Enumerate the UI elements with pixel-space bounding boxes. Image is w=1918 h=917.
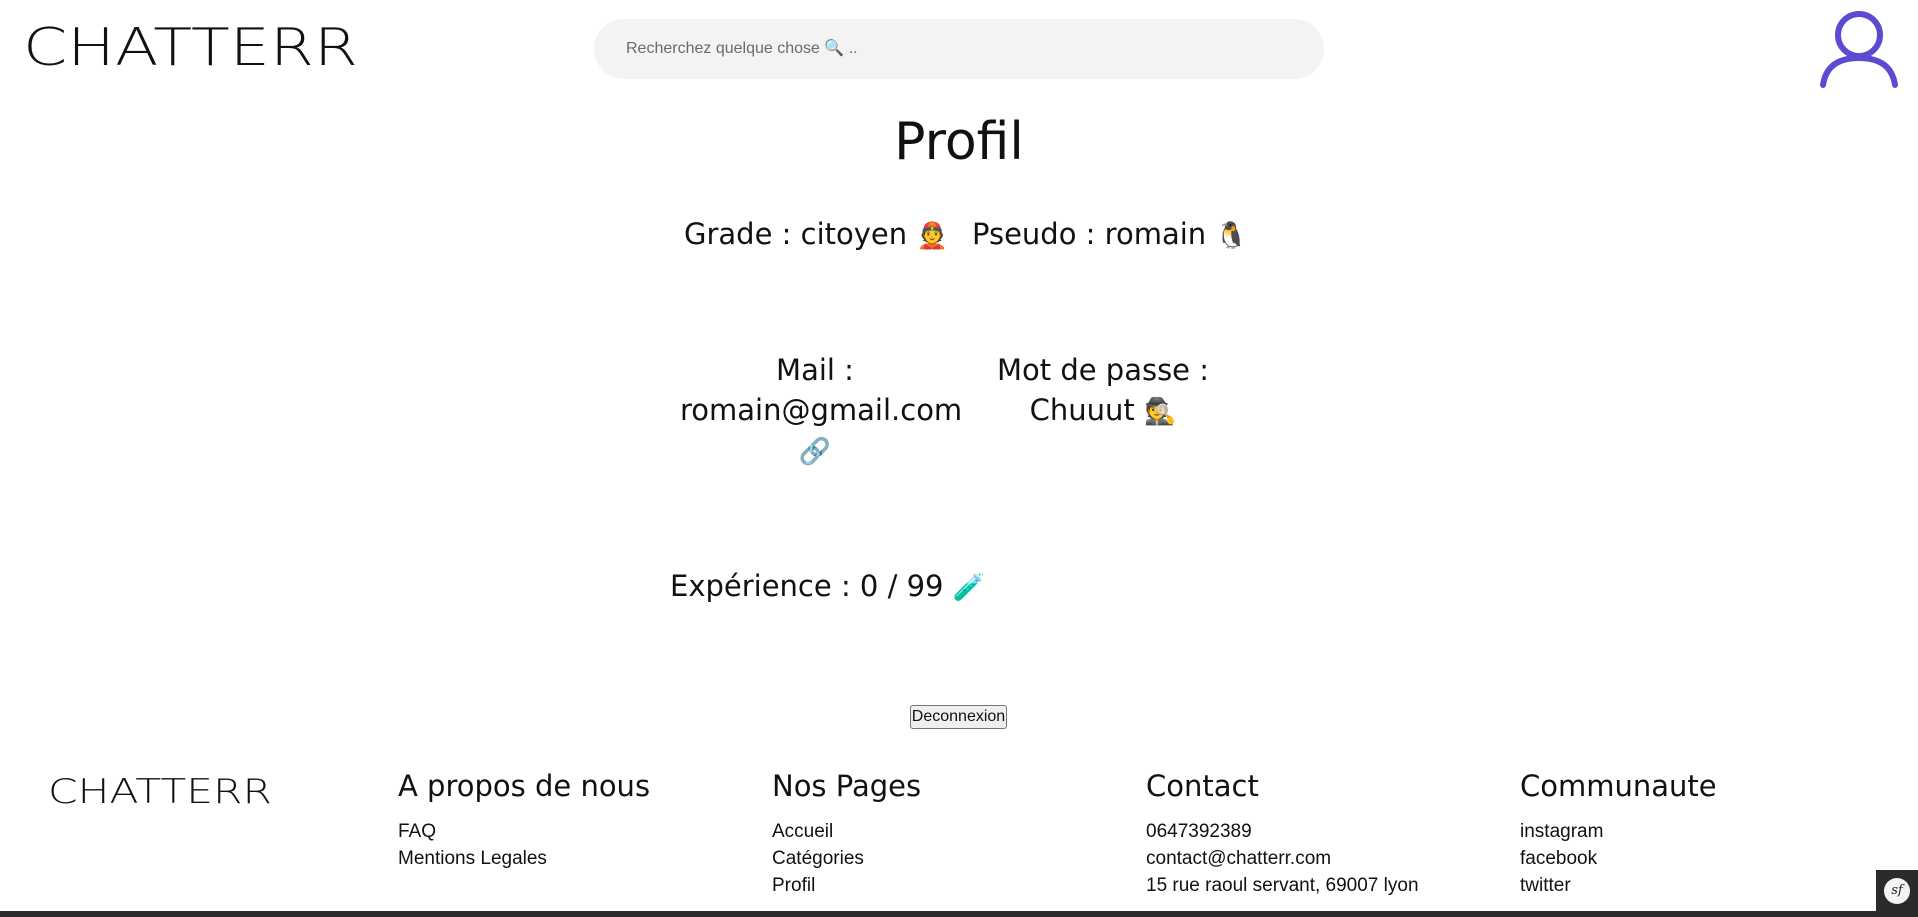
footer-community-column: Communaute instagram facebook twitter — [1520, 766, 1717, 899]
footer-link-instagram[interactable]: instagram — [1520, 821, 1603, 842]
footer-about-title: A propos de nous — [398, 769, 651, 803]
chatterr-logo-mark: CHATTERR — [23, 18, 358, 72]
debug-toolbar-bar — [0, 911, 1918, 917]
footer-about-column: A propos de nous FAQ Mentions Legales — [398, 766, 650, 872]
footer-link-accueil[interactable]: Accueil — [772, 821, 833, 842]
detective-emoji-icon: 🕵️ — [1143, 397, 1177, 427]
site-footer: CHATTERR A propos de nous FAQ Mentions L… — [0, 760, 1918, 917]
grade-label: Grade : citoyen — [684, 217, 908, 251]
mail-field: Mail : romain@gmail.com 🔗 — [680, 350, 963, 472]
experience-label: Expérience : 0 / 99 — [670, 569, 944, 603]
symfony-logo-icon: sf — [1884, 877, 1910, 904]
svg-text:CHATTERR: CHATTERR — [23, 18, 358, 72]
footer-logo-mark: CHATTERR — [48, 772, 272, 812]
footer-link-twitter[interactable]: twitter — [1520, 875, 1571, 896]
chatterr-logo[interactable]: CHATTERR — [23, 18, 360, 72]
footer-link-mentions-legales[interactable]: Mentions Legales — [398, 848, 547, 869]
footer-link-facebook[interactable]: facebook — [1520, 848, 1597, 869]
password-label: Mot de passe : — [996, 353, 1210, 387]
mail-label: Mail : — [776, 353, 854, 387]
footer-contact-phone: 0647392389 — [1146, 821, 1252, 842]
experience-field: Expérience : 0 / 99 🧪 — [670, 566, 985, 608]
footer-community-title: Communaute — [1520, 769, 1717, 803]
footer-contact-address: 15 rue raoul servant, 69007 lyon — [1146, 875, 1419, 896]
footer-pages-title: Nos Pages — [772, 769, 922, 803]
pseudo-label: Pseudo : romain — [972, 217, 1207, 251]
grade-field: Grade : citoyen 👲 — [684, 214, 949, 256]
footer-link-categories[interactable]: Catégories — [772, 848, 864, 869]
password-value: Chuuut — [1029, 393, 1135, 427]
footer-logo[interactable]: CHATTERR — [48, 772, 274, 812]
logout-button[interactable]: Deconnexion — [910, 705, 1007, 729]
footer-link-profil[interactable]: Profil — [772, 875, 815, 896]
test-tube-emoji-icon: 🧪 — [952, 573, 986, 603]
footer-pages-column: Nos Pages Accueil Catégories Profil — [772, 766, 921, 899]
footer-contact-column: Contact 0647392389 contact@chatterr.com … — [1146, 766, 1419, 899]
search-bar[interactable] — [594, 19, 1324, 79]
password-field: Mot de passe : Chuuut 🕵️ — [990, 350, 1216, 432]
footer-link-faq[interactable]: FAQ — [398, 821, 436, 842]
search-input[interactable] — [624, 39, 1324, 59]
svg-text:CHATTERR: CHATTERR — [48, 772, 272, 808]
penguin-emoji-icon: 🐧 — [1215, 221, 1248, 251]
user-account-icon[interactable] — [1818, 10, 1900, 88]
site-header: CHATTERR — [0, 0, 1918, 100]
footer-contact-title: Contact — [1146, 769, 1259, 803]
mail-value: romain@gmail.com — [680, 393, 963, 427]
page-title: Profil — [894, 112, 1024, 172]
pseudo-field: Pseudo : romain 🐧 — [972, 214, 1248, 256]
footer-contact-email: contact@chatterr.com — [1146, 848, 1332, 869]
link-emoji-icon: 🔗 — [798, 437, 832, 467]
symfony-toolbar-toggle[interactable]: sf — [1876, 870, 1918, 911]
grade-emoji-icon: 👲 — [916, 221, 949, 251]
